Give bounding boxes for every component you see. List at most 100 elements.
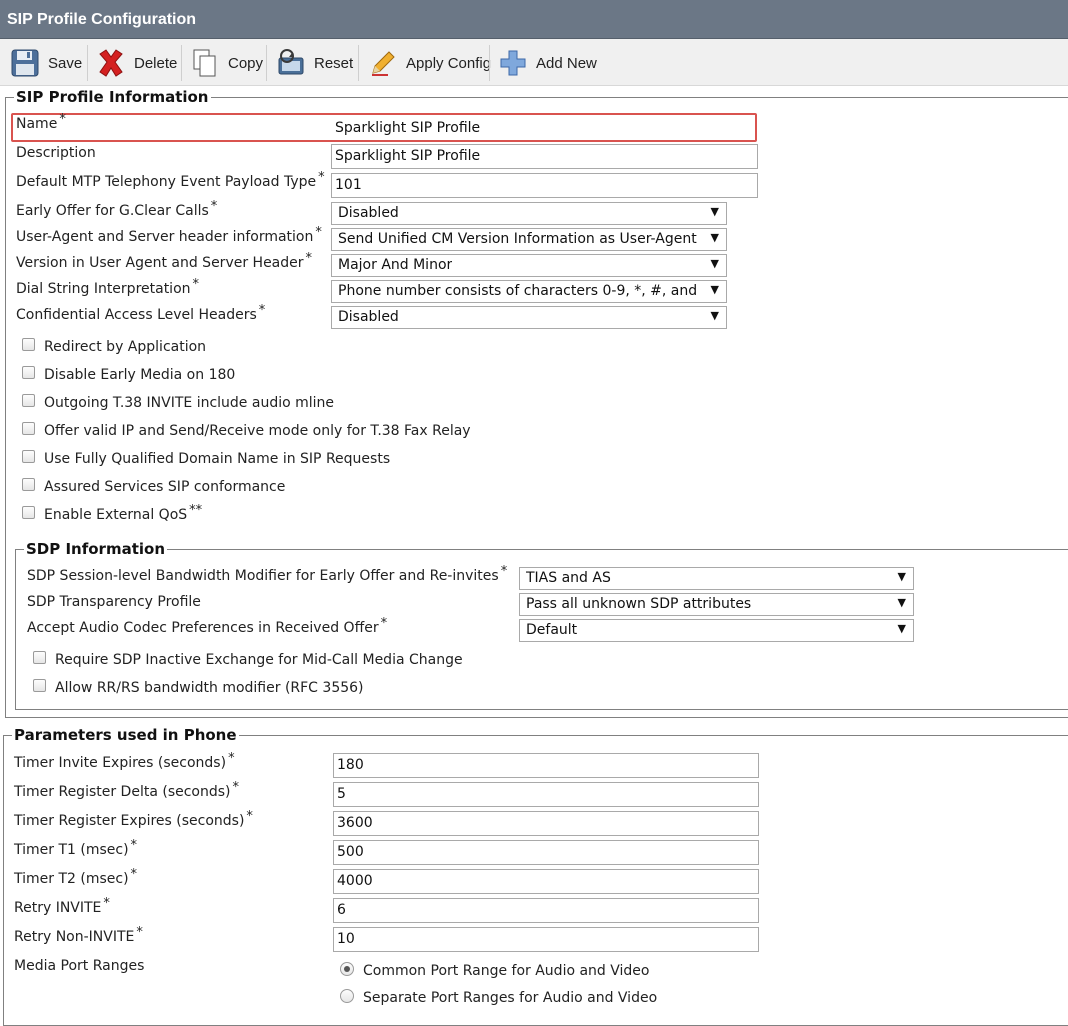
timer-invite-field[interactable]: 180 (333, 753, 759, 778)
timer-t2-field[interactable]: 4000 (333, 869, 759, 894)
rr-rs-checkbox-row[interactable]: Allow RR/RS bandwidth modifier (RFC 3556… (33, 678, 364, 696)
delete-x-icon (96, 48, 126, 78)
toolbar-divider (87, 45, 88, 81)
checkbox[interactable] (22, 365, 35, 379)
codec-pref-label: Accept Audio Codec Preferences in Receiv… (27, 616, 388, 636)
name-field[interactable]: Sparklight SIP Profile (331, 116, 755, 140)
dropdown-arrow-icon: ▼ (710, 257, 719, 270)
page-title: SIP Profile Configuration (0, 0, 1068, 39)
footnote-mark: ** (189, 502, 203, 518)
apply-config-label: Apply Config (406, 54, 492, 72)
checkbox[interactable] (22, 393, 35, 407)
checkbox[interactable] (33, 650, 46, 664)
radio-label: Separate Port Ranges for Audio and Video (363, 990, 658, 1006)
timer-reg-delta-field[interactable]: 5 (333, 782, 759, 807)
dial-string-select[interactable]: Phone number consists of characters 0-9,… (331, 280, 727, 303)
add-new-button[interactable]: Add New (498, 47, 597, 79)
dropdown-arrow-icon: ▼ (897, 622, 906, 635)
toolbar-divider (266, 45, 267, 81)
timer-t1-label: Timer T1 (msec) * (14, 838, 138, 858)
checkbox[interactable] (22, 421, 35, 435)
copy-button[interactable]: Copy (190, 47, 263, 79)
sdp-transparency-select[interactable]: Pass all unknown SDP attributes ▼ (519, 593, 914, 616)
sdp-transparency-label: SDP Transparency Profile (27, 594, 201, 610)
floppy-disk-icon (10, 48, 40, 78)
sdp-bandwidth-select[interactable]: TIAS and AS ▼ (519, 567, 914, 590)
checkbox[interactable] (22, 449, 35, 463)
version-select[interactable]: Major And Minor ▼ (331, 254, 727, 277)
copy-icon (190, 48, 220, 78)
section-legend: Parameters used in Phone (14, 726, 237, 744)
description-field[interactable]: Sparklight SIP Profile (331, 144, 758, 169)
mtp-payload-field[interactable]: 101 (331, 173, 758, 198)
common-port-range-option[interactable]: Common Port Range for Audio and Video (340, 962, 650, 979)
retry-invite-field[interactable]: 6 (333, 898, 759, 923)
toolbar-divider (358, 45, 359, 81)
reset-label: Reset (314, 54, 354, 72)
checkbox-label: Use Fully Qualified Domain Name in SIP R… (44, 451, 391, 467)
confidential-select[interactable]: Disabled ▼ (331, 306, 727, 329)
save-button[interactable]: Save (10, 47, 82, 79)
t38-fax-checkbox-row[interactable]: Offer valid IP and Send/Receive mode onl… (22, 421, 471, 439)
select-value: Send Unified CM Version Information as U… (338, 231, 697, 247)
radio-unselected[interactable] (340, 989, 354, 1003)
select-value: Default (526, 622, 578, 638)
timer-invite-label: Timer Invite Expires (seconds) * (14, 751, 235, 771)
radio-selected[interactable] (340, 962, 354, 976)
save-label: Save (48, 54, 83, 72)
checkbox[interactable] (22, 505, 35, 519)
select-value: Major And Minor (338, 257, 453, 273)
delete-label: Delete (134, 54, 178, 72)
redirect-checkbox-row[interactable]: Redirect by Application (22, 337, 206, 355)
name-label: Name * (16, 112, 66, 132)
checkbox[interactable] (33, 678, 46, 692)
t38-audio-checkbox-row[interactable]: Outgoing T.38 INVITE include audio mline (22, 393, 335, 411)
checkbox-label: Enable External QoS (44, 507, 188, 523)
checkbox-label: Assured Services SIP conformance (44, 479, 286, 495)
gclear-select[interactable]: Disabled ▼ (331, 202, 727, 225)
checkbox[interactable] (22, 477, 35, 491)
external-qos-checkbox-row[interactable]: Enable External QoS ** (22, 503, 202, 523)
confidential-label: Confidential Access Level Headers * (16, 303, 266, 323)
timer-t2-label: Timer T2 (msec) * (14, 867, 138, 887)
toolbar-divider (489, 45, 490, 81)
version-label: Version in User Agent and Server Header * (16, 251, 313, 271)
plus-icon (498, 48, 528, 78)
dropdown-arrow-icon: ▼ (897, 596, 906, 609)
pencil-icon (368, 48, 398, 78)
checkbox-label: Require SDP Inactive Exchange for Mid-Ca… (55, 652, 463, 668)
toolbar: Save Delete Copy Reset Apply Config Add … (0, 39, 1068, 86)
checkbox-label: Outgoing T.38 INVITE include audio mline (44, 395, 335, 411)
early-media-checkbox-row[interactable]: Disable Early Media on 180 (22, 365, 236, 383)
separate-port-range-option[interactable]: Separate Port Ranges for Audio and Video (340, 989, 658, 1006)
ua-header-label: User-Agent and Server header information… (16, 225, 322, 245)
ua-header-select[interactable]: Send Unified CM Version Information as U… (331, 228, 727, 251)
media-port-label: Media Port Ranges (14, 958, 145, 974)
sdp-inactive-checkbox-row[interactable]: Require SDP Inactive Exchange for Mid-Ca… (33, 650, 463, 668)
description-label: Description (16, 145, 96, 161)
apply-config-button[interactable]: Apply Config (368, 47, 491, 79)
checkbox-label: Disable Early Media on 180 (44, 367, 236, 383)
select-value: Disabled (338, 309, 399, 325)
dropdown-arrow-icon: ▼ (710, 309, 719, 322)
delete-button[interactable]: Delete (96, 47, 177, 79)
timer-reg-expires-label: Timer Register Expires (seconds) * (14, 809, 253, 829)
timer-reg-expires-field[interactable]: 3600 (333, 811, 759, 836)
dropdown-arrow-icon: ▼ (710, 205, 719, 218)
checkbox[interactable] (22, 337, 35, 351)
codec-pref-select[interactable]: Default ▼ (519, 619, 914, 642)
assured-checkbox-row[interactable]: Assured Services SIP conformance (22, 477, 286, 495)
timer-reg-delta-label: Timer Register Delta (seconds) * (14, 780, 240, 800)
timer-t1-field[interactable]: 500 (333, 840, 759, 865)
retry-non-invite-field[interactable]: 10 (333, 927, 759, 952)
dial-string-label: Dial String Interpretation * (16, 277, 200, 297)
fqdn-checkbox-row[interactable]: Use Fully Qualified Domain Name in SIP R… (22, 449, 391, 467)
retry-non-invite-label: Retry Non-INVITE * (14, 925, 143, 945)
select-value: Phone number consists of characters 0-9,… (338, 283, 698, 299)
reset-icon (276, 48, 306, 78)
gclear-label: Early Offer for G.Clear Calls * (16, 199, 218, 219)
reset-button[interactable]: Reset (276, 47, 353, 79)
select-value: Pass all unknown SDP attributes (526, 596, 752, 612)
checkbox-label: Offer valid IP and Send/Receive mode onl… (44, 423, 471, 439)
section-legend: SDP Information (26, 540, 166, 558)
